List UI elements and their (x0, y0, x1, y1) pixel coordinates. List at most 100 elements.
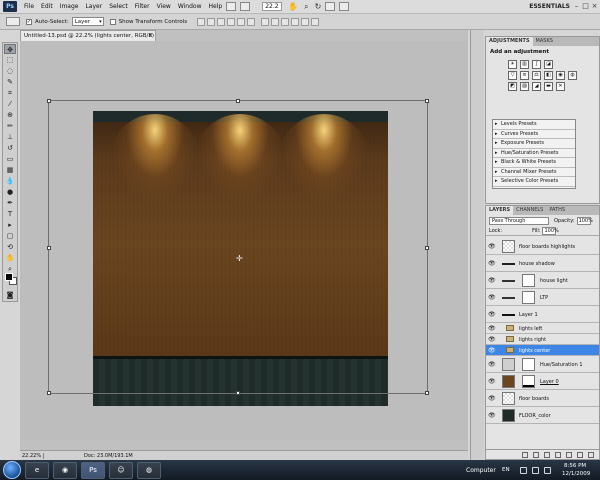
lasso-tool-icon[interactable]: ◌ (4, 66, 16, 76)
eye-icon[interactable]: 👁 (488, 294, 496, 301)
crop-tool-icon[interactable]: ⌗ (4, 88, 16, 98)
fill-input[interactable]: 100% (542, 226, 559, 235)
eye-icon[interactable]: 👁 (488, 325, 496, 332)
eye-icon[interactable]: 👁 (488, 336, 496, 343)
transform-handle-bottom[interactable] (236, 391, 240, 395)
menu-layer[interactable]: Layer (85, 3, 102, 10)
menu-file[interactable]: File (24, 3, 34, 10)
preset-black-white[interactable]: Black & White Presets (493, 158, 575, 168)
preset-levels[interactable]: Levels Presets (493, 120, 575, 130)
eye-icon[interactable]: 👁 (488, 243, 496, 250)
maximize-button[interactable]: □ (581, 2, 590, 11)
new-group-icon[interactable] (566, 451, 572, 458)
eye-icon[interactable]: 👁 (488, 378, 496, 385)
hue-saturation-icon[interactable]: ≡ (520, 71, 529, 80)
vibrance-icon[interactable]: ▽ (508, 71, 517, 80)
distribute-right-icon[interactable] (311, 17, 320, 26)
add-mask-icon[interactable] (544, 451, 550, 458)
layer-row[interactable]: 👁 floor boards highlights (486, 238, 599, 255)
layer-row[interactable]: 👁 floor boards (486, 390, 599, 407)
menu-edit[interactable]: Edit (41, 3, 53, 10)
transform-handle-left[interactable] (47, 246, 51, 250)
distribute-middle-icon[interactable] (271, 17, 280, 26)
zoom-tool-icon[interactable]: ⌕ (304, 2, 308, 12)
layer-row[interactable]: 👁 Hue/Saturation 1 (486, 356, 599, 373)
eye-icon[interactable]: 👁 (488, 260, 496, 267)
clone-stamp-tool-icon[interactable]: ⊥ (4, 132, 16, 142)
threshold-icon[interactable]: ◢ (532, 82, 541, 91)
eye-icon[interactable]: 👁 (488, 412, 496, 419)
gradient-map-icon[interactable]: ▬ (544, 82, 553, 91)
move-tool-preset-icon[interactable] (6, 17, 20, 26)
auto-select-checkbox[interactable]: ✓ (26, 18, 32, 25)
color-balance-icon[interactable]: ⚖ (532, 71, 541, 80)
zoom-level-field[interactable]: 22.2 (262, 2, 283, 11)
status-zoom-field[interactable]: 22.22% (20, 452, 44, 459)
transform-controls-checkbox[interactable] (109, 18, 116, 25)
volume-icon[interactable] (532, 467, 539, 474)
layer-row[interactable]: 👁 house light (486, 272, 599, 289)
eye-icon[interactable]: 👁 (488, 311, 496, 318)
taskbar-photoshop-icon[interactable]: Ps (81, 461, 105, 479)
eye-icon[interactable]: 👁 (488, 361, 496, 368)
hand-tool-icon[interactable]: ✋ (4, 253, 16, 263)
healing-brush-tool-icon[interactable]: ⊕ (4, 110, 16, 120)
brightness-icon[interactable]: ☀ (508, 60, 517, 69)
close-icon[interactable]: × (148, 31, 153, 41)
preset-selective-color[interactable]: Selective Color Presets (493, 177, 575, 187)
clock-date[interactable]: 12/1/2009 (562, 471, 590, 477)
eye-icon[interactable]: 👁 (488, 347, 496, 354)
start-button[interactable] (3, 461, 21, 479)
type-tool-icon[interactable]: T (4, 209, 16, 219)
network-icon[interactable] (520, 467, 527, 474)
distribute-top-icon[interactable] (261, 17, 270, 26)
eraser-tool-icon[interactable]: ▭ (4, 154, 16, 164)
dodge-tool-icon[interactable]: ● (4, 187, 16, 197)
transform-center-icon[interactable]: ✛ (236, 254, 243, 263)
workspace-switcher[interactable]: ESSENTIALS (529, 3, 570, 10)
layer-row[interactable]: 👁 lights right (486, 334, 599, 345)
screen-mode-icon[interactable] (339, 2, 350, 11)
tab-masks[interactable]: MASKS (533, 37, 556, 46)
levels-icon[interactable]: ▥ (520, 60, 529, 69)
move-tool-icon[interactable]: ✥ (4, 44, 16, 54)
menu-view[interactable]: View (157, 3, 171, 10)
taskbar-chrome-icon[interactable]: ◉ (53, 461, 77, 479)
hand-tool-icon[interactable]: ✋ (288, 2, 298, 11)
transform-handle-top-right[interactable] (425, 99, 429, 103)
transform-handle-top-left[interactable] (47, 99, 51, 103)
posterize-icon[interactable]: ▨ (520, 82, 529, 91)
menu-help[interactable]: Help (209, 3, 223, 10)
distribute-left-icon[interactable] (291, 17, 300, 26)
curves-icon[interactable]: ∫ (532, 60, 541, 69)
preset-curves[interactable]: Curves Presets (493, 130, 575, 139)
invert-icon[interactable]: ◩ (508, 82, 517, 91)
blur-tool-icon[interactable]: 💧 (4, 176, 16, 186)
layer-row[interactable]: 👁 Layer 1 (486, 306, 599, 323)
arrange-documents-icon[interactable] (325, 2, 336, 11)
shape-tool-icon[interactable]: ▢ (4, 231, 16, 241)
transform-handle-bottom-left[interactable] (47, 391, 51, 395)
quick-select-tool-icon[interactable]: ✎ (4, 77, 16, 87)
menu-image[interactable]: Image (60, 3, 79, 10)
preset-channel-mixer[interactable]: Channel Mixer Presets (493, 168, 575, 177)
blend-mode-dropdown[interactable]: Pass Through (489, 216, 549, 225)
menu-window[interactable]: Window (178, 3, 202, 10)
layer-row[interactable]: 👁 house shadow (486, 255, 599, 272)
foreground-color-swatch[interactable] (5, 273, 13, 281)
path-selection-tool-icon[interactable]: ▸ (4, 220, 16, 230)
layer-row-selected[interactable]: 👁 lights center (486, 345, 599, 356)
transform-bounding-box[interactable] (47, 99, 429, 395)
tab-paths[interactable]: PATHS (546, 206, 568, 215)
eye-icon[interactable]: 👁 (488, 395, 496, 402)
layer-row[interactable]: 👁 Layer 0 (486, 373, 599, 390)
tab-layers[interactable]: LAYERS (486, 206, 514, 215)
transform-handle-top[interactable] (236, 99, 240, 103)
gradient-tool-icon[interactable]: ▦ (4, 165, 16, 175)
transform-handle-bottom-right[interactable] (425, 391, 429, 395)
align-bottom-icon[interactable] (217, 17, 226, 26)
channel-mixer-icon[interactable]: ◍ (568, 71, 577, 80)
align-left-icon[interactable] (227, 17, 236, 26)
layer-row[interactable]: 👁 lights left (486, 323, 599, 334)
tab-adjustments[interactable]: ADJUSTMENTS (486, 37, 533, 46)
